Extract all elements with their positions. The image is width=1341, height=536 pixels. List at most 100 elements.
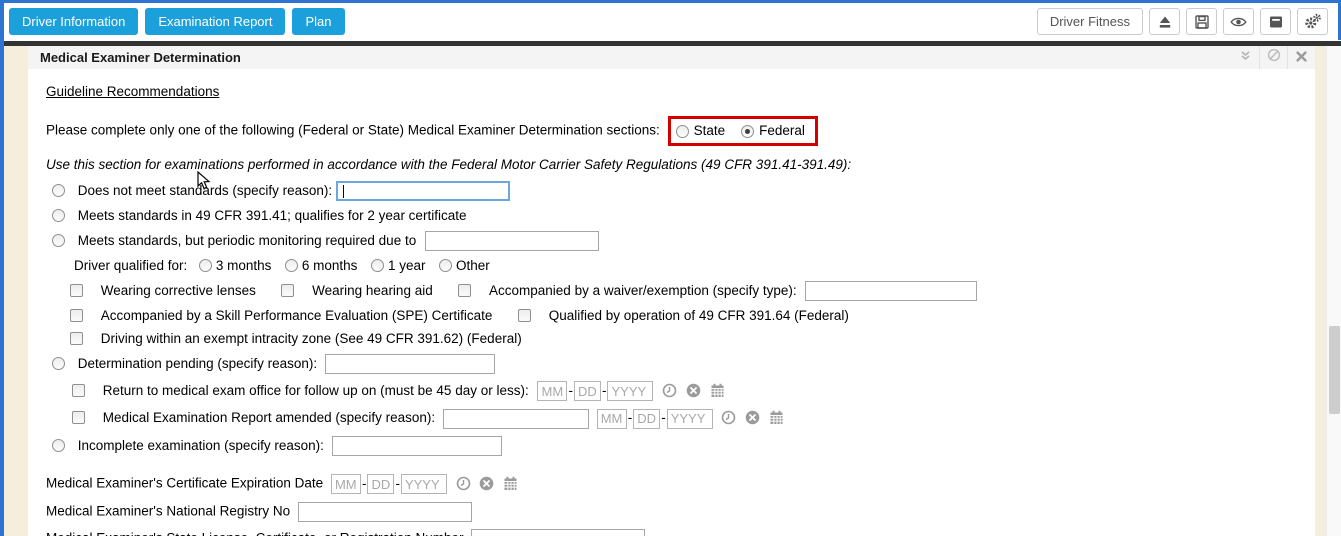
does-not-meet-reason-input[interactable] [335, 181, 510, 201]
hearing-aid-label: Wearing hearing aid [312, 282, 433, 298]
text-caret [342, 185, 344, 198]
waiver-type-input[interactable] [805, 281, 978, 301]
state-radio[interactable] [675, 124, 689, 138]
calendar-icon[interactable] [503, 476, 518, 494]
federal-option[interactable]: Federal [741, 123, 805, 139]
meets-2yr-radio[interactable] [52, 209, 65, 222]
clear-date-icon[interactable] [479, 476, 494, 494]
report-amended-row: Medical Examination Report amended (spec… [46, 408, 1315, 430]
meets-monitoring-radio[interactable] [52, 233, 65, 247]
intracity-zone-label: Driving within an exempt intracity zone … [100, 331, 522, 346]
save-button[interactable] [1186, 8, 1217, 35]
amended-month-input[interactable] [596, 408, 627, 429]
guideline-row: Guideline Recommendations [46, 84, 1315, 100]
date-separator: - [395, 475, 400, 491]
qualified-3-months-label: 3 months [215, 258, 272, 273]
cert-month-input[interactable] [330, 474, 361, 495]
archive-button[interactable] [1260, 8, 1291, 35]
date-separator: - [361, 475, 367, 491]
return-followup-label: Return to medical exam office for follow… [102, 382, 529, 398]
does-not-meet-label: Does not meet standards (specify reason)… [77, 182, 333, 198]
pending-radio[interactable] [52, 356, 65, 370]
does-not-meet-radio[interactable] [52, 183, 65, 197]
license-label: Medical Examiner's State License, Certif… [46, 530, 464, 536]
return-followup-row: Return to medical exam office for follow… [46, 381, 1315, 402]
clock-icon[interactable] [456, 476, 471, 494]
form-content: Guideline Recommendations Please complet… [28, 84, 1315, 536]
cfr-391-64-label: Qualified by operation of 49 CFR 391.64 … [548, 308, 849, 323]
meets-monitoring-label: Meets standards, but periodic monitoring… [77, 232, 417, 248]
report-amended-label: Medical Examination Report amended (spec… [102, 410, 436, 426]
incomplete-reason-input[interactable] [331, 436, 502, 457]
driver-qualified-label: Driver qualified for: [74, 258, 188, 273]
settings-button[interactable] [1297, 8, 1328, 35]
close-icon [1296, 49, 1307, 67]
federal-radio-label: Federal [759, 123, 805, 138]
eject-button[interactable] [1149, 8, 1180, 35]
amended-reason-input[interactable] [442, 408, 589, 429]
scrollbar-thumb[interactable] [1329, 326, 1340, 414]
qualified-1-year-radio[interactable] [371, 259, 385, 272]
main-region: Medical Examiner Determination Guideline… [4, 46, 1341, 536]
intracity-zone-checkbox[interactable] [70, 332, 83, 345]
qualified-1-year-label: 1 year [387, 258, 426, 273]
nav-button-examination-report[interactable]: Examination Report [145, 8, 286, 35]
amended-year-input[interactable] [666, 408, 713, 429]
section-choice-label: Please complete only one of the followin… [46, 122, 660, 138]
clear-date-icon[interactable] [686, 383, 701, 401]
cfr-391-64-checkbox[interactable] [517, 309, 531, 322]
amended-day-input[interactable] [633, 408, 661, 429]
nav-button-driver-information[interactable]: Driver Information [9, 8, 139, 35]
cert-day-input[interactable] [367, 474, 395, 495]
clock-icon[interactable] [662, 383, 677, 401]
waiver-checkbox[interactable] [458, 283, 472, 297]
spe-cfr-row: Accompanied by a Skill Performance Evalu… [46, 308, 1315, 324]
state-option[interactable]: State [675, 123, 725, 139]
qualified-other-radio[interactable] [439, 259, 453, 272]
clear-date-icon[interactable] [745, 410, 760, 428]
close-button[interactable] [1288, 46, 1315, 69]
qualified-3-months-option[interactable]: 3 months [199, 258, 271, 273]
hearing-aid-checkbox[interactable] [281, 283, 295, 297]
license-number-input[interactable] [471, 528, 646, 536]
clock-icon[interactable] [721, 410, 736, 428]
corrective-lenses-checkbox[interactable] [70, 283, 83, 297]
collapse-button[interactable] [1232, 46, 1259, 69]
toolbar-right-group: Driver Fitness [1036, 8, 1328, 35]
archive-icon [1268, 14, 1284, 30]
cert-year-input[interactable] [400, 474, 447, 495]
federal-radio[interactable] [741, 124, 755, 138]
disable-button[interactable] [1260, 46, 1287, 69]
right-gutter [1315, 46, 1326, 536]
report-amended-checkbox[interactable] [72, 411, 85, 425]
qualified-6-months-option[interactable]: 6 months [285, 258, 357, 273]
date-separator: - [627, 410, 633, 426]
qualified-other-option[interactable]: Other [439, 258, 490, 273]
app-window: Driver Information Examination Report Pl… [0, 0, 1341, 536]
driver-fitness-button[interactable]: Driver Fitness [1036, 8, 1143, 35]
lenses-hearing-waiver-row: Wearing corrective lenses Wearing hearin… [46, 281, 1315, 301]
pending-reason-input[interactable] [324, 354, 495, 374]
qualified-3-months-radio[interactable] [199, 259, 213, 272]
eject-icon [1157, 14, 1173, 30]
incomplete-row: Incomplete examination (specify reason): [46, 436, 1315, 457]
followup-month-input[interactable] [537, 381, 568, 401]
date-separator: - [601, 382, 607, 398]
calendar-icon[interactable] [769, 410, 784, 428]
qualified-6-months-radio[interactable] [285, 259, 299, 272]
calendar-icon[interactable] [710, 383, 725, 401]
guideline-recommendations-link[interactable]: Guideline Recommendations [46, 84, 219, 99]
qualified-1-year-option[interactable]: 1 year [371, 258, 425, 273]
nav-button-plan[interactable]: Plan [292, 8, 345, 35]
preview-button[interactable] [1223, 8, 1254, 35]
return-followup-checkbox[interactable] [72, 383, 85, 397]
meets-2yr-row: Meets standards in 49 CFR 391.41; qualif… [46, 208, 1315, 224]
vertical-scrollbar[interactable] [1326, 46, 1341, 536]
incomplete-radio[interactable] [52, 438, 65, 452]
registry-label: Medical Examiner's National Registry No [46, 503, 291, 519]
spe-certificate-checkbox[interactable] [70, 309, 83, 322]
followup-year-input[interactable] [607, 381, 654, 401]
followup-day-input[interactable] [573, 381, 601, 401]
registry-number-input[interactable] [297, 501, 472, 522]
monitoring-reason-input[interactable] [424, 231, 599, 251]
